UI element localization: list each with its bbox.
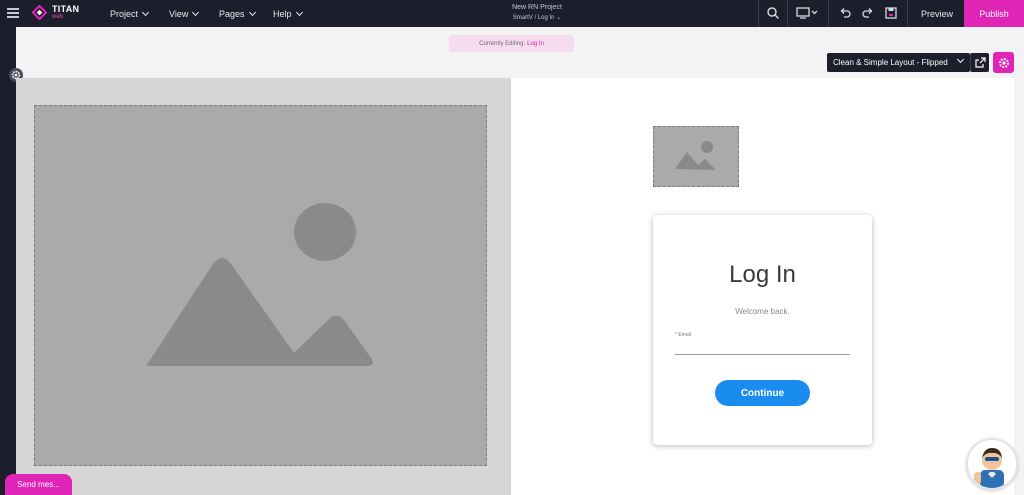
logo-subtitle: web xyxy=(52,14,64,20)
layout-selector-label: Clean & Simple Layout - Flipped xyxy=(833,58,948,67)
chevron-down-icon xyxy=(192,8,200,16)
email-label: * Email xyxy=(675,332,691,338)
image-placeholder-icon xyxy=(146,203,373,366)
continue-button[interactable]: Continue xyxy=(715,380,810,406)
currently-editing-indicator: Currently Editing: Log In xyxy=(449,35,574,52)
logo-name: TITAN xyxy=(52,4,80,14)
project-path-label: SmartV / Log In xyxy=(512,15,555,21)
divider xyxy=(828,0,829,27)
send-message-button[interactable]: Send mes... xyxy=(5,474,72,495)
superhero-mascot-icon xyxy=(974,448,1004,488)
layout-selector[interactable]: Clean & Simple Layout - Flipped xyxy=(827,53,970,72)
gear-icon xyxy=(998,57,1009,68)
publish-button[interactable]: Publish xyxy=(964,0,1024,27)
page-canvas: Log In Welcome back. * Email Continue xyxy=(16,78,1014,495)
menu-view-label: View xyxy=(169,8,189,19)
monitor-icon[interactable] xyxy=(796,6,820,20)
external-link-icon xyxy=(974,57,986,68)
left-rail xyxy=(0,27,16,495)
left-image-panel xyxy=(16,78,511,495)
divider xyxy=(787,0,788,27)
editing-prefix: Currently Editing: xyxy=(479,40,526,47)
undo-icon[interactable] xyxy=(838,6,852,20)
open-external-button[interactable] xyxy=(970,53,989,72)
menu-help[interactable]: Help xyxy=(273,0,303,27)
assistant-mascot-avatar[interactable] xyxy=(966,438,1018,490)
login-subtitle: Welcome back. xyxy=(735,307,790,316)
menu-pages[interactable]: Pages xyxy=(219,0,256,27)
editing-page-name: Log In xyxy=(527,40,544,47)
login-title: Log In xyxy=(729,261,796,288)
divider xyxy=(907,0,908,27)
save-icon[interactable] xyxy=(884,6,898,20)
image-placeholder-icon xyxy=(675,141,716,170)
chevron-down-icon xyxy=(295,8,303,16)
menu-project-label: Project xyxy=(110,8,139,19)
menu-help-label: Help xyxy=(273,8,292,19)
chevron-down-icon xyxy=(141,8,150,16)
email-field[interactable] xyxy=(675,341,850,355)
hamburger-menu-icon[interactable] xyxy=(7,6,19,20)
chevron-down-icon xyxy=(248,8,256,16)
redo-icon[interactable] xyxy=(861,6,875,20)
menu-project[interactable]: Project xyxy=(110,0,150,27)
top-toolbar: TITAN web Project View Pages Help New RN… xyxy=(0,0,1024,27)
titan-logo-icon xyxy=(32,5,47,20)
divider xyxy=(758,0,759,27)
project-path[interactable]: SmartV / Log In ⌄ xyxy=(470,14,604,21)
project-title: New RN Project xyxy=(512,4,562,11)
search-icon[interactable] xyxy=(766,6,780,20)
hero-image-placeholder[interactable] xyxy=(34,105,487,466)
layout-settings-button[interactable] xyxy=(993,52,1014,73)
preview-button[interactable]: Preview xyxy=(910,0,964,27)
titan-logo[interactable]: TITAN web xyxy=(32,3,82,23)
menu-view[interactable]: View xyxy=(169,0,200,27)
logo-image-placeholder[interactable] xyxy=(653,126,739,187)
chevron-down-icon xyxy=(956,55,965,64)
menu-pages-label: Pages xyxy=(219,8,245,19)
login-card: Log In Welcome back. * Email Continue xyxy=(653,215,872,445)
chevron-down-icon: ⌄ xyxy=(556,15,562,21)
